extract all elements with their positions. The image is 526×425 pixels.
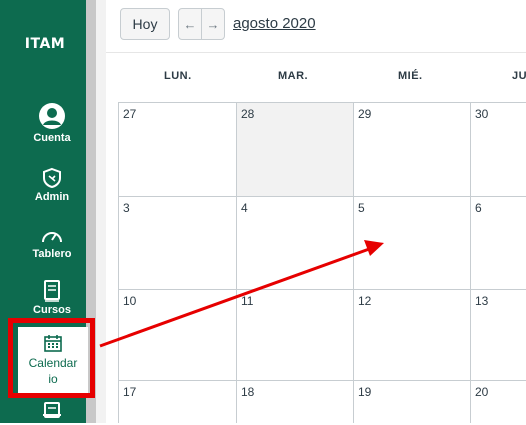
day-cell[interactable]: 18 [236, 380, 353, 423]
nav-item-label: Admin [34, 191, 70, 203]
nav-item-cursos[interactable]: Cursos [0, 280, 104, 317]
day-cell[interactable]: 29 [353, 102, 470, 196]
nav-item-label: Cuenta [33, 132, 71, 144]
calendar-icon [44, 335, 62, 352]
day-cell[interactable]: 19 [353, 380, 470, 423]
nav-item-cuenta[interactable]: Cuenta [0, 102, 104, 145]
gauge-icon [42, 232, 62, 243]
nav-item-admin[interactable]: Admin [0, 167, 104, 204]
day-cell[interactable]: 10 [118, 289, 236, 380]
day-number: 18 [241, 385, 255, 399]
nav-item-label: Tablero [32, 248, 72, 260]
arrow-right-icon: → [206, 16, 220, 32]
shield-icon [43, 167, 61, 189]
nav-item-label: Cursos [33, 304, 71, 316]
day-cell[interactable]: 4 [236, 196, 353, 289]
nav-item-inbox[interactable] [0, 401, 104, 425]
day-number: 4 [241, 201, 248, 215]
day-cell[interactable]: 3 [118, 196, 236, 289]
day-number: 13 [475, 294, 489, 308]
day-cell[interactable]: 17 [118, 380, 236, 423]
day-number: 3 [123, 201, 130, 215]
day-number: 12 [358, 294, 372, 308]
nav-item-label: Calendar io [28, 356, 78, 386]
inbox-icon [43, 402, 61, 418]
weekday-header: LUN. [164, 70, 192, 82]
day-number: 10 [123, 294, 137, 308]
day-cell[interactable]: 28 [236, 102, 353, 196]
weekday-header: MAR. [278, 70, 309, 82]
user-icon [39, 103, 65, 129]
month-grid: 27 28 29 30 3 4 5 6 10 11 12 13 17 18 19 [118, 102, 526, 423]
nav-item-tablero[interactable]: Tablero [0, 226, 104, 261]
weekday-header: JU [512, 70, 526, 82]
arrow-left-icon: ← [183, 16, 197, 32]
weekday-header: MIÉ. [398, 70, 423, 82]
day-number: 11 [241, 294, 254, 308]
day-cell[interactable]: 20 [470, 380, 526, 423]
day-number: 30 [475, 107, 489, 121]
header-divider [106, 52, 526, 53]
itam-logo[interactable]: ITAM [20, 36, 70, 52]
day-number: 27 [123, 107, 137, 121]
day-cell[interactable]: 11 [236, 289, 353, 380]
day-number: 29 [358, 107, 372, 121]
day-cell[interactable]: 5 [353, 196, 470, 289]
day-number: 19 [358, 385, 372, 399]
content-gutter [96, 0, 106, 423]
day-cell[interactable]: 13 [470, 289, 526, 380]
month-title[interactable]: agosto 2020 [233, 15, 316, 32]
day-cell[interactable]: 12 [353, 289, 470, 380]
prev-month-button[interactable]: ← [178, 8, 202, 40]
day-number: 20 [475, 385, 489, 399]
book-icon [44, 280, 60, 302]
day-number: 6 [475, 201, 482, 215]
nav-item-calendario[interactable]: Calendar io [18, 327, 88, 395]
next-month-button[interactable]: → [201, 8, 225, 40]
day-number: 17 [123, 385, 137, 399]
day-number: 28 [241, 107, 255, 121]
day-cell[interactable]: 27 [118, 102, 236, 196]
day-cell[interactable]: 30 [470, 102, 526, 196]
today-button[interactable]: Hoy [120, 8, 170, 40]
day-cell[interactable]: 6 [470, 196, 526, 289]
day-number: 5 [358, 201, 365, 215]
